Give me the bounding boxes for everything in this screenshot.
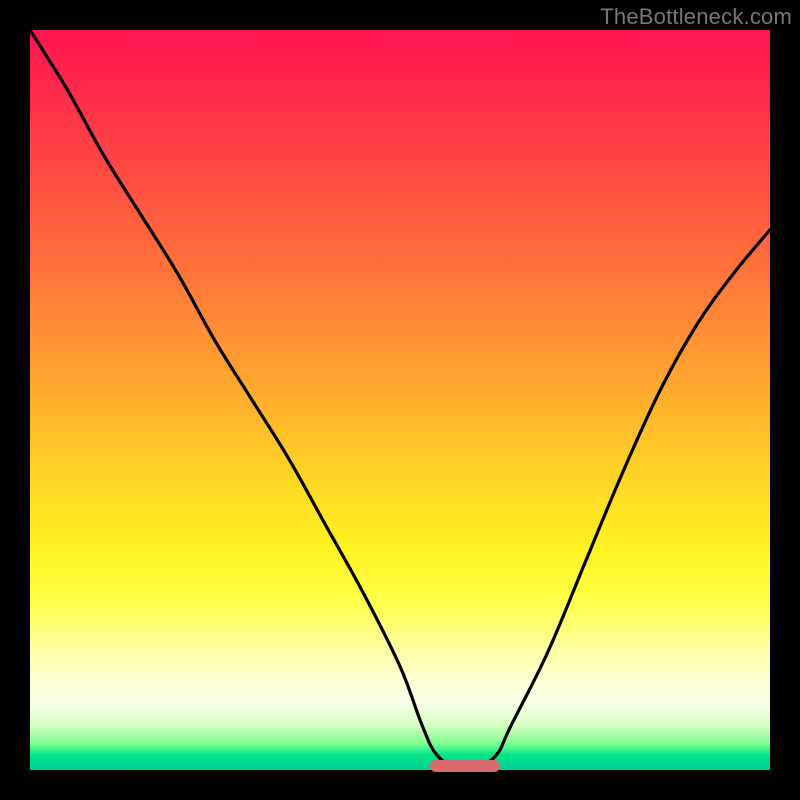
optimal-range-marker [430, 760, 500, 772]
chart-frame: TheBottleneck.com [0, 0, 800, 800]
bottleneck-curve [30, 30, 770, 770]
plot-area [30, 30, 770, 770]
watermark-label: TheBottleneck.com [600, 4, 792, 30]
